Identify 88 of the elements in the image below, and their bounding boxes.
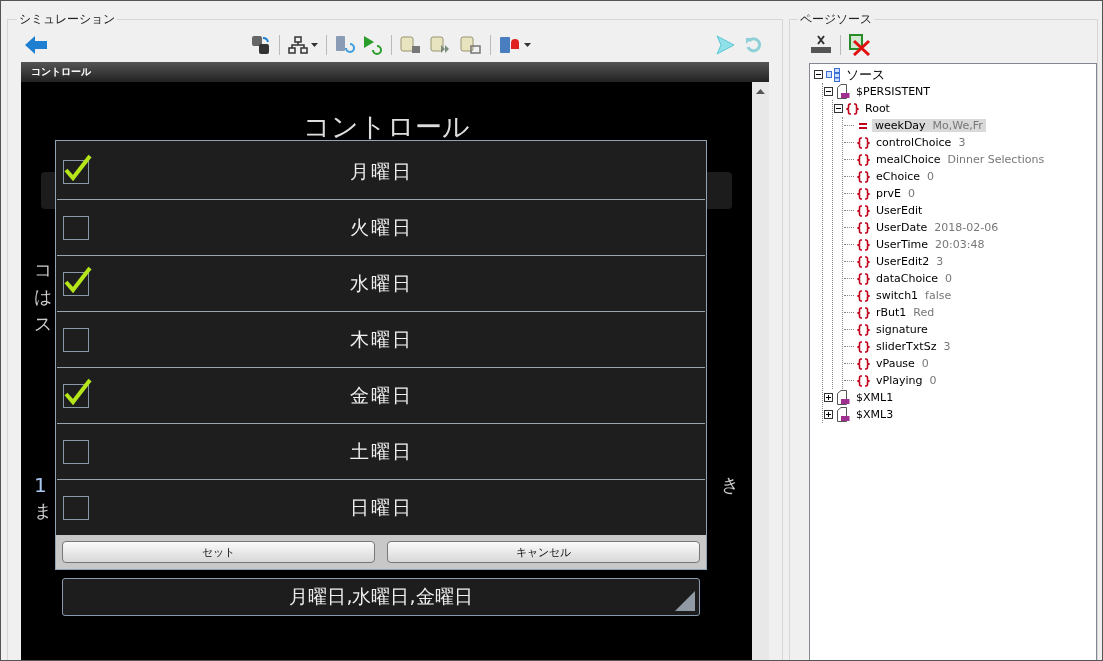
tree-item[interactable]: $PERSISTENT — [853, 85, 934, 98]
braces-icon — [857, 272, 870, 285]
screen-title: コントロール — [302, 110, 471, 144]
tree-structure-icon — [826, 67, 840, 82]
xpath-icon[interactable] — [810, 35, 832, 55]
option-row[interactable]: 日曜日 — [57, 480, 705, 535]
document-icon — [836, 390, 850, 405]
document-icon — [836, 407, 850, 422]
tree-item[interactable]: UserEdit2 3 — [873, 255, 947, 268]
braces-icon — [857, 238, 870, 251]
tree-item[interactable]: UserEdit — [873, 204, 926, 217]
option-row[interactable]: 金曜日 — [57, 368, 705, 424]
tree-item[interactable]: weekDay Mo,We,Fr — [872, 119, 986, 132]
document-icon — [836, 84, 850, 99]
tree-item[interactable]: Root — [862, 102, 893, 115]
tree-item[interactable]: vPlaying 0 — [873, 374, 940, 387]
caret-icon — [311, 43, 318, 47]
tree-item[interactable]: switch1 false — [873, 289, 955, 302]
tree-item[interactable]: sliderTxtSz 3 — [873, 340, 954, 353]
scrollbar[interactable] — [752, 82, 769, 660]
text-fragment: き — [721, 473, 739, 497]
collapse-icon[interactable] — [834, 104, 843, 113]
tree-item[interactable]: controlChoice 3 — [873, 136, 969, 149]
collapse-icon[interactable] — [824, 87, 833, 96]
option-row[interactable]: 土曜日 — [57, 424, 705, 480]
tree-item[interactable]: UserTime 20:03:48 — [873, 238, 988, 251]
device-header: コントロール — [21, 62, 769, 82]
back-arrow-icon[interactable] — [24, 35, 48, 55]
remove-icon[interactable] — [849, 34, 871, 56]
panel-title: シミュレーション — [18, 11, 116, 28]
braces-icon — [857, 153, 870, 166]
tree-item[interactable]: mealChoice Dinner Selections — [873, 153, 1048, 166]
corner-triangle-icon — [675, 591, 695, 611]
braces-icon — [857, 289, 870, 302]
panel-title: ページソース — [799, 11, 873, 28]
braces-icon — [857, 136, 870, 149]
checkbox[interactable] — [62, 377, 92, 409]
play-refresh-icon[interactable] — [363, 35, 383, 55]
tree-item[interactable]: $XML3 — [853, 408, 897, 421]
alert-dropdown[interactable] — [499, 35, 531, 55]
braces-icon — [857, 204, 870, 217]
equals-icon — [857, 120, 869, 131]
expand-icon[interactable] — [824, 393, 833, 402]
tree-item[interactable]: eChoice 0 — [873, 170, 938, 183]
script-forward-icon[interactable] — [430, 35, 452, 55]
braces-icon — [857, 374, 870, 387]
braces-icon — [857, 221, 870, 234]
option-row[interactable]: 水曜日 — [57, 256, 705, 312]
collapse-icon[interactable] — [814, 70, 823, 79]
dialog-button[interactable]: セット — [62, 541, 375, 563]
hierarchy-icon — [288, 36, 308, 54]
text-fragment: ま — [34, 499, 52, 523]
braces-icon — [857, 340, 870, 353]
option-row[interactable]: 火曜日 — [57, 200, 705, 256]
expand-icon[interactable] — [824, 410, 833, 419]
device-refresh-icon[interactable] — [335, 35, 355, 55]
dialog-button[interactable]: キャンセル — [387, 541, 700, 563]
checkbox[interactable] — [62, 265, 92, 297]
tree-item[interactable]: $XML1 — [853, 391, 897, 404]
scroll-up-icon[interactable] — [756, 89, 765, 94]
script-camera-icon[interactable] — [460, 35, 482, 55]
braces-icon — [857, 306, 870, 319]
option-row[interactable]: 木曜日 — [57, 312, 705, 368]
braces-icon — [857, 170, 870, 183]
device-swap-icon[interactable] — [251, 35, 271, 55]
tree-item[interactable]: prvE 0 — [873, 187, 918, 200]
option-row[interactable]: 月曜日 — [57, 144, 705, 200]
text-fragment: ス — [34, 312, 52, 336]
caret-icon — [524, 43, 531, 47]
braces-icon — [857, 187, 870, 200]
tree-item[interactable]: rBut1 Red — [873, 306, 938, 319]
tree-item[interactable]: UserDate 2018-02-06 — [873, 221, 1002, 234]
braces-icon — [857, 255, 870, 268]
tree-item[interactable]: dataChoice 0 — [873, 272, 956, 285]
hierarchy-dropdown[interactable] — [288, 36, 318, 54]
braces-icon — [857, 323, 870, 336]
tree-item[interactable]: ソース — [843, 65, 888, 84]
braces-icon — [857, 357, 870, 370]
braces-icon — [846, 102, 859, 115]
tree-item[interactable]: vPause 0 — [873, 357, 932, 370]
text-fragment: 1 — [34, 472, 47, 498]
dropdown-field[interactable]: 月曜日,水曜日,金曜日 — [62, 578, 700, 616]
text-fragment: は — [34, 285, 52, 309]
tree-item[interactable]: signature — [873, 323, 931, 336]
script-stop-icon[interactable] — [400, 35, 422, 55]
checkbox[interactable] — [62, 153, 92, 185]
text-fragment: コ — [34, 258, 52, 282]
device-bell-icon — [499, 35, 521, 55]
